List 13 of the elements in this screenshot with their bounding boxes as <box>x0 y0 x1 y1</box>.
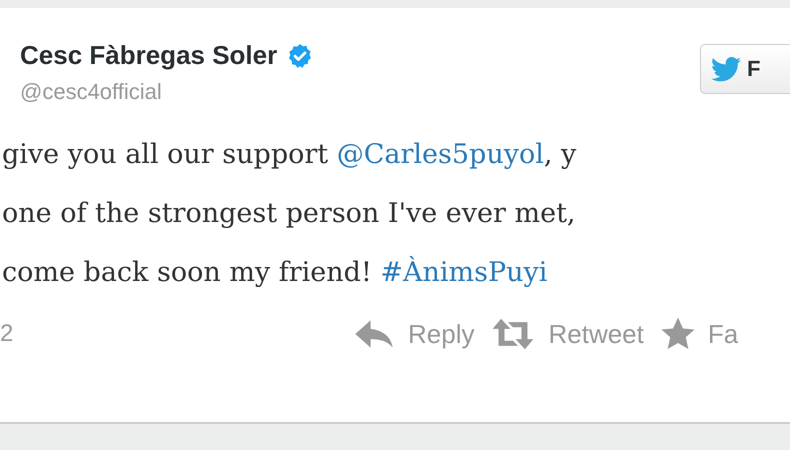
star-icon <box>660 316 696 352</box>
favorite-action[interactable]: Fa <box>660 316 738 352</box>
mention-link[interactable]: @Carles5puyol <box>336 139 544 170</box>
author-handle[interactable]: @cesc4official <box>20 79 314 105</box>
follow-button[interactable]: F <box>700 44 790 94</box>
bird-icon <box>711 56 741 82</box>
tweet-text: give you all our support @Carles5puyol, y one of the strongest person I've ever met, come back soon my friend! #ÀnimsPuyi <box>1 138 578 290</box>
tweet-date[interactable]: 2 <box>0 320 352 348</box>
reply-action[interactable]: Reply <box>352 316 474 352</box>
retweet-icon <box>490 317 536 351</box>
author-name[interactable]: Cesc Fàbregas Soler <box>20 40 278 71</box>
hashtag-link[interactable]: #ÀnimsPuyi <box>380 257 548 288</box>
retweet-action[interactable]: Retweet <box>490 316 644 352</box>
